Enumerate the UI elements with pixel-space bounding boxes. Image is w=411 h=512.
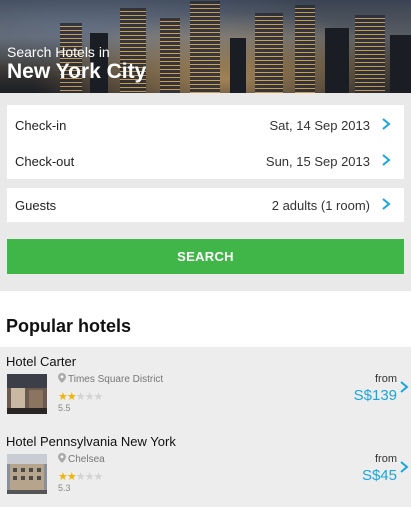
chevron-right-icon[interactable]: [398, 459, 410, 475]
hotel-price: S$45: [361, 467, 397, 484]
guests-card: Guests 2 adults (1 room): [7, 188, 404, 222]
hotel-price: S$139: [353, 387, 397, 404]
hotel-score: 5.5: [58, 403, 71, 413]
guests-value: 2 adults (1 room): [271, 198, 370, 213]
location-pin-icon: [58, 373, 66, 383]
price-from-label: from: [375, 453, 397, 465]
chevron-right-icon: [378, 152, 394, 168]
hero-banner: Search Hotels in New York City: [0, 0, 411, 93]
star-icon: ★: [66, 391, 77, 403]
star-icon: ★: [93, 391, 104, 403]
checkin-value: Sat, 14 Sep 2013: [269, 118, 370, 133]
hotel-location-text: Times Square District: [68, 374, 164, 385]
dates-card: Check-in Sat, 14 Sep 2013 Check-out Sun,…: [7, 105, 404, 179]
star-icon: ★: [84, 471, 95, 483]
star-icon: ★: [58, 471, 68, 483]
hotel-location: Times Square District: [58, 373, 163, 385]
checkin-row[interactable]: Check-in Sat, 14 Sep 2013: [7, 107, 404, 143]
hotel-score: 5.3: [58, 483, 71, 493]
checkout-value: Sun, 15 Sep 2013: [265, 154, 370, 169]
hotel-star-rating: ★★★★★: [58, 470, 104, 483]
hotel-location-text: Chelsea: [68, 454, 105, 465]
hotel-thumbnail: [7, 454, 47, 494]
guests-label: Guests: [15, 198, 57, 213]
star-icon: ★: [75, 391, 86, 403]
hero-subtitle: Search Hotels in: [7, 44, 110, 60]
hotel-location: Chelsea: [58, 453, 105, 465]
checkout-label: Check-out: [15, 154, 75, 169]
star-icon: ★: [66, 471, 77, 483]
hotel-star-rating: ★★★★★: [58, 390, 104, 403]
price-from-label: from: [375, 373, 397, 385]
hotel-list-item[interactable]: Hotel Pennsylvania New York Chelsea ★★★★…: [0, 427, 411, 507]
hotel-list-item[interactable]: Hotel Carter Times Square District ★★★★★…: [0, 347, 411, 427]
checkout-row[interactable]: Check-out Sun, 15 Sep 2013: [7, 143, 404, 179]
star-icon: ★: [58, 391, 68, 403]
chevron-right-icon[interactable]: [398, 379, 410, 395]
checkin-label: Check-in: [15, 118, 67, 133]
hero-city-title: New York City: [7, 60, 147, 83]
star-icon: ★: [75, 471, 86, 483]
hotel-name: Hotel Pennsylvania New York: [6, 434, 176, 449]
search-button[interactable]: SEARCH: [7, 239, 404, 274]
hotel-name: Hotel Carter: [6, 354, 77, 369]
guests-row[interactable]: Guests 2 adults (1 room): [7, 187, 404, 223]
star-icon: ★: [93, 471, 104, 483]
chevron-right-icon: [378, 196, 394, 212]
hotel-thumbnail: [7, 374, 47, 414]
location-pin-icon: [58, 453, 66, 463]
popular-hotels-title: Popular hotels: [6, 316, 132, 336]
chevron-right-icon: [378, 116, 394, 132]
star-icon: ★: [84, 391, 95, 403]
